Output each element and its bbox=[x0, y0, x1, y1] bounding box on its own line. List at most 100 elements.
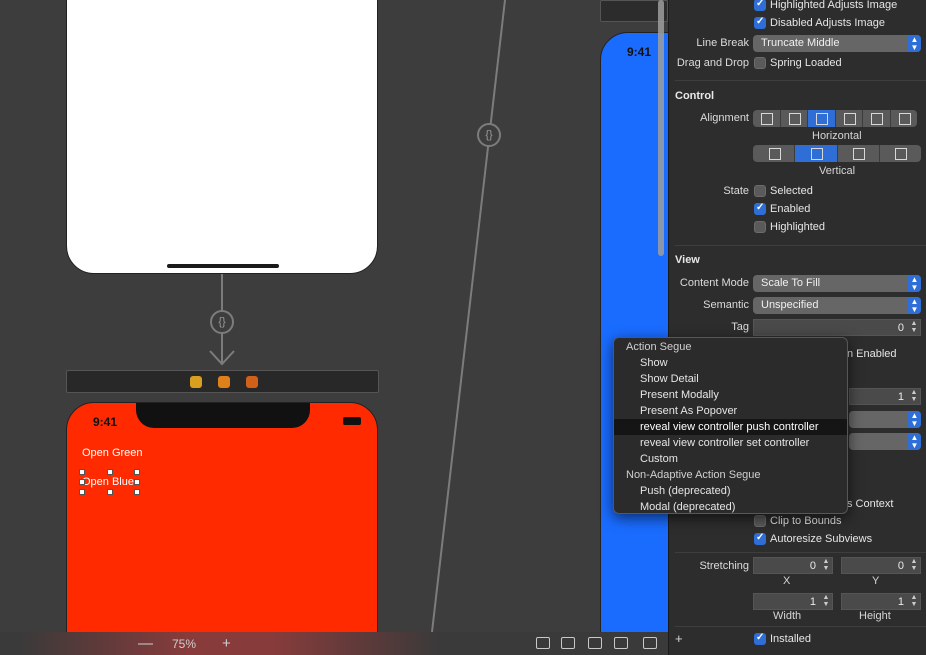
battery-icon bbox=[343, 417, 361, 425]
stepper-icon[interactable]: ▲ ▼ bbox=[820, 594, 832, 609]
vertical-alignment-control[interactable] bbox=[753, 145, 921, 162]
non-adaptive-header: Non-Adaptive Action Segue bbox=[626, 469, 761, 481]
popup-chevron-icon: ▲ ▼ bbox=[908, 411, 921, 428]
autoresize-label: Autoresize Subviews bbox=[770, 533, 873, 545]
separator bbox=[675, 626, 926, 627]
semantic-popup[interactable]: Unspecified ▲ ▼ bbox=[753, 297, 921, 314]
align-middle-icon[interactable] bbox=[795, 145, 838, 162]
open-blue-button[interactable]: Open Blue bbox=[82, 476, 134, 488]
notch bbox=[136, 403, 310, 428]
x-label: X bbox=[783, 575, 791, 587]
menu-item-reveal-push[interactable]: reveal view controller push controller bbox=[614, 419, 847, 435]
segue-node[interactable]: {} bbox=[477, 123, 501, 147]
stretch-width-field[interactable]: 1 ▲ ▼ bbox=[753, 593, 833, 610]
red-scene-dock[interactable] bbox=[66, 370, 379, 393]
exit-icon[interactable] bbox=[246, 376, 258, 388]
menu-item-push-deprecated[interactable]: Push (deprecated) bbox=[614, 483, 847, 499]
popup-chevron-icon: ▲ ▼ bbox=[908, 433, 921, 450]
white-scene[interactable] bbox=[66, 0, 378, 274]
enabled-checkbox[interactable] bbox=[754, 202, 766, 215]
state-label: State bbox=[723, 185, 749, 197]
horizontal-label: Horizontal bbox=[812, 130, 862, 142]
tag-field[interactable]: 0 ▲ ▼ bbox=[753, 319, 921, 336]
storyboard-canvas[interactable]: {} 9:41 Open Green Open Blue {} 9:41 — 7… bbox=[0, 0, 668, 655]
alignment-label: Alignment bbox=[700, 112, 749, 124]
align-center-left-icon[interactable] bbox=[781, 110, 808, 127]
background-popup[interactable]: ▲ ▼ bbox=[849, 411, 921, 428]
menu-item-modal-deprecated[interactable]: Modal (deprecated) bbox=[614, 499, 847, 515]
installed-checkbox[interactable] bbox=[754, 632, 766, 645]
spring-loaded-checkbox[interactable] bbox=[754, 57, 766, 69]
align-top-icon[interactable] bbox=[753, 145, 796, 162]
menu-item-show-detail[interactable]: Show Detail bbox=[614, 371, 847, 387]
resize-handle[interactable] bbox=[134, 479, 140, 485]
selected-checkbox[interactable] bbox=[754, 185, 766, 197]
update-frames-icon[interactable] bbox=[536, 637, 550, 649]
stretch-height-field[interactable]: 1 ▲ ▼ bbox=[841, 593, 921, 610]
zoom-level[interactable]: 75% bbox=[172, 637, 196, 651]
separator bbox=[675, 80, 926, 81]
view-controller-icon[interactable] bbox=[190, 376, 202, 388]
stepper-icon[interactable]: ▲ ▼ bbox=[820, 558, 832, 573]
align-left-icon[interactable] bbox=[753, 110, 781, 127]
line-break-popup[interactable]: Truncate Middle ▲ ▼ bbox=[753, 35, 921, 52]
stepper-icon[interactable]: ▲ ▼ bbox=[908, 320, 920, 335]
action-segue-header: Action Segue bbox=[626, 341, 692, 353]
stretch-y-value: 0 bbox=[897, 560, 904, 572]
resize-handle[interactable] bbox=[134, 469, 140, 475]
status-time: 9:41 bbox=[627, 45, 652, 59]
resolve-issues-icon[interactable] bbox=[643, 637, 657, 649]
highlighted-checkbox[interactable] bbox=[754, 221, 766, 233]
stretch-x-field[interactable]: 0 ▲ ▼ bbox=[753, 557, 833, 574]
content-mode-label: Content Mode bbox=[679, 277, 749, 289]
resize-handle[interactable] bbox=[134, 489, 140, 495]
stepper-icon[interactable]: ▲ ▼ bbox=[908, 389, 920, 404]
tint-popup[interactable]: ▲ ▼ bbox=[849, 433, 921, 450]
content-mode-popup[interactable]: Scale To Fill ▲ ▼ bbox=[753, 275, 921, 292]
alpha-value: 1 bbox=[897, 391, 904, 403]
resize-handle[interactable] bbox=[79, 489, 85, 495]
stack-view-icon[interactable] bbox=[561, 637, 575, 649]
user-interaction-label: n Enabled bbox=[847, 348, 897, 360]
align-fill-icon[interactable] bbox=[891, 110, 918, 127]
highlighted-adjusts-checkbox[interactable] bbox=[754, 0, 766, 11]
horizontal-alignment-control[interactable] bbox=[753, 110, 917, 127]
menu-item-reveal-set[interactable]: reveal view controller set controller bbox=[614, 435, 847, 451]
tag-value: 0 bbox=[897, 322, 904, 334]
open-green-button[interactable]: Open Green bbox=[82, 447, 143, 459]
disabled-adjusts-checkbox[interactable] bbox=[754, 16, 766, 29]
zoom-in-button[interactable]: + bbox=[222, 635, 231, 652]
content-mode-value: Scale To Fill bbox=[761, 277, 821, 289]
align-center-icon[interactable] bbox=[808, 110, 836, 127]
resize-handle[interactable] bbox=[107, 469, 113, 475]
add-constraints-icon[interactable] bbox=[614, 637, 628, 649]
align-text-icon[interactable] bbox=[836, 110, 863, 127]
menu-item-show[interactable]: Show bbox=[614, 355, 847, 371]
align-right-icon[interactable] bbox=[863, 110, 891, 127]
popup-chevron-icon: ▲ ▼ bbox=[908, 275, 921, 292]
zoom-out-button[interactable]: — bbox=[138, 635, 153, 652]
align-vfill-icon[interactable] bbox=[880, 145, 921, 162]
autoresize-checkbox[interactable] bbox=[754, 532, 766, 545]
resize-handle[interactable] bbox=[107, 489, 113, 495]
stretch-y-field[interactable]: 0 ▲ ▼ bbox=[841, 557, 921, 574]
selected-label: Selected bbox=[770, 185, 813, 197]
stepper-icon[interactable]: ▲ ▼ bbox=[908, 558, 920, 573]
menu-item-present-popover[interactable]: Present As Popover bbox=[614, 403, 847, 419]
resize-handle[interactable] bbox=[79, 469, 85, 475]
resize-handle[interactable] bbox=[79, 479, 85, 485]
alpha-field[interactable]: 1 ▲ ▼ bbox=[849, 388, 921, 405]
menu-item-custom[interactable]: Custom bbox=[614, 451, 847, 467]
vertical-scrollbar[interactable] bbox=[658, 0, 664, 256]
enabled-label: Enabled bbox=[770, 203, 811, 215]
red-scene[interactable]: 9:41 Open Green Open Blue bbox=[66, 402, 378, 655]
stretch-x-value: 0 bbox=[809, 560, 816, 572]
menu-item-present-modally[interactable]: Present Modally bbox=[614, 387, 847, 403]
disabled-adjusts-label: Disabled Adjusts Image bbox=[770, 17, 885, 29]
align-bottom-icon[interactable] bbox=[838, 145, 880, 162]
align-icon[interactable] bbox=[588, 637, 602, 649]
segue-node[interactable]: {} bbox=[210, 310, 234, 334]
first-responder-icon[interactable] bbox=[218, 376, 230, 388]
stepper-icon[interactable]: ▲ ▼ bbox=[908, 594, 920, 609]
clip-bounds-checkbox[interactable] bbox=[754, 515, 766, 527]
